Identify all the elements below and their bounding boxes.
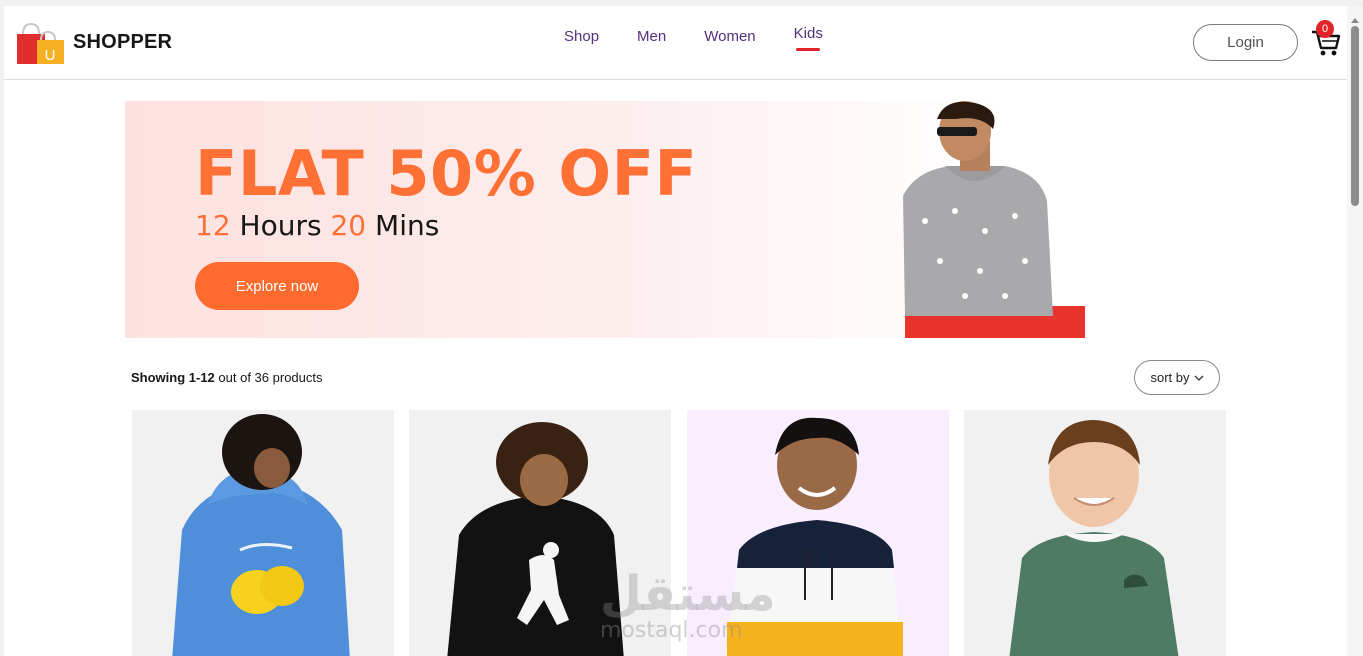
nav-item-kids[interactable]: Kids	[794, 25, 823, 51]
hero-countdown: 12 Hours 20 Mins	[195, 209, 439, 242]
product-card[interactable]	[132, 410, 394, 656]
watermark-latin: mostaql.com	[600, 618, 743, 643]
hero-model-image	[885, 101, 1085, 338]
countdown-hours-label: Hours	[239, 209, 322, 242]
logo-letter: U	[45, 47, 56, 64]
sort-by-dropdown[interactable]: sort by	[1134, 360, 1220, 395]
logo[interactable]: U SHOPPER	[17, 20, 172, 64]
explore-now-button[interactable]: Explore now	[195, 262, 359, 310]
nav-item-women[interactable]: Women	[704, 28, 755, 45]
hero-banner: FLAT 50% OFF 12 Hours 20 Mins Explore no…	[125, 101, 1224, 338]
chevron-down-icon	[1194, 370, 1204, 385]
countdown-mins-label: Mins	[375, 209, 440, 242]
cart-count-badge: 0	[1316, 20, 1334, 38]
vertical-scrollbar[interactable]	[1347, 6, 1363, 656]
hero-title: FLAT 50% OFF	[195, 137, 698, 210]
product-image-blue-hoodie	[132, 410, 394, 656]
countdown-mins-value: 20	[330, 209, 367, 242]
product-image-green-sweatshirt	[964, 410, 1226, 656]
results-count: Showing 1-12 out of 36 products	[131, 370, 323, 385]
countdown-hours-value: 12	[195, 209, 231, 242]
results-range: Showing 1-12	[131, 370, 215, 385]
brand-name: SHOPPER	[73, 30, 173, 53]
nav-item-men[interactable]: Men	[637, 28, 666, 45]
login-button[interactable]: Login	[1193, 24, 1298, 61]
main-nav: Shop Men Women Kids	[564, 25, 861, 51]
sort-by-label: sort by	[1150, 370, 1190, 385]
page-viewport: U SHOPPER Shop Men Women Kids Login 0 FL…	[4, 6, 1347, 656]
nav-item-shop[interactable]: Shop	[564, 28, 599, 45]
watermark-arabic: مستقل	[600, 566, 776, 622]
shopping-bag-icon: U	[17, 20, 65, 64]
scroll-up-arrow-icon[interactable]	[1351, 18, 1359, 23]
scrollbar-thumb[interactable]	[1351, 26, 1359, 206]
navbar: U SHOPPER Shop Men Women Kids Login 0	[4, 6, 1347, 80]
product-card[interactable]	[964, 410, 1226, 656]
results-total: out of 36 products	[218, 370, 323, 385]
